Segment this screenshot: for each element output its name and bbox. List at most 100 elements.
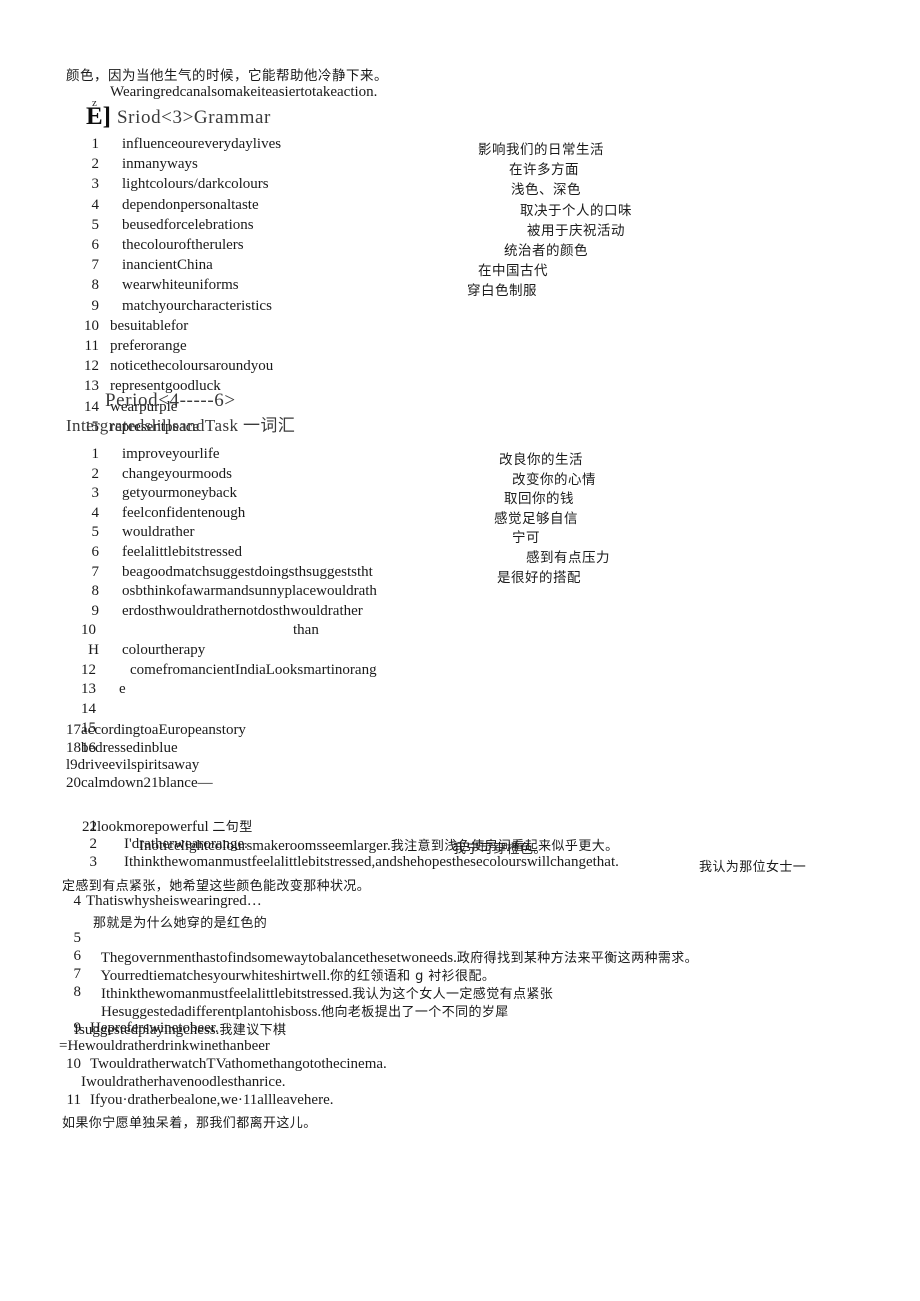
sentence-3-chinese-wrap: 定感到有点紧张，她希望这些颜色能改变那种状况。 (62, 879, 371, 894)
vocab-gloss: 感到有点压力 (526, 550, 610, 566)
vocab-number: 8 (91, 277, 100, 294)
sentence-4-english: Thatiswhysheiswearingred… (86, 893, 262, 909)
sentence-10-english: TwouldratherwatchTVathomethangotothecine… (90, 1056, 387, 1072)
sentence-4-chinese: 那就是为什么她穿的是红色的 (93, 916, 268, 931)
section3-line: 18bedressedinblue (66, 739, 178, 756)
vocab-number: 13 (84, 378, 99, 395)
section3-line: 20calmdown21blance— (66, 774, 213, 791)
vocab-number: 7 (91, 257, 100, 274)
sentence-8-chinese: 他向老板提出了一个不同的岁犀 (321, 1005, 509, 1020)
vocab-number: H (88, 642, 99, 658)
vocab-term: noticethecoloursaroundyou (110, 358, 274, 375)
vocab-gloss: 在许多方面 (509, 162, 579, 179)
sentence-3-chinese-head: 我认为那位女士一 (699, 860, 807, 875)
vocab-number: 14 (81, 700, 96, 717)
section3-line: 17accordingtoaEuropeanstory (66, 722, 246, 738)
vocab-gloss: 取决于个人的口味 (520, 202, 632, 219)
vocab-term: erdosthwouldrathernotdosthwouldrather (122, 602, 363, 619)
vocab-number: 2 (91, 465, 100, 482)
document-page: 颜色，因为当他生气的时候，它能帮助他冷静下来。 Wearingredcanals… (0, 0, 920, 1301)
vocab-gloss: 浅色、深色 (511, 182, 581, 199)
section3-line: l9driveevilspiritsaway (66, 757, 200, 774)
sentence-number-7: 7 (73, 966, 82, 982)
sentence-9-equivalent: =Hewouldratherdrinkwinethanbeer (59, 1038, 270, 1054)
sentence-2-english: I'dratherwearorange. (124, 836, 248, 852)
sentence-extra-chinese: 我建议下棋 (219, 1023, 287, 1038)
sentence-3-english: Ithinkthewomanmustfeelalittlebitstressed… (124, 854, 619, 870)
vocab-term: matchyourcharacteristics (122, 297, 272, 314)
vocab-gloss: 取回你的钱 (504, 491, 574, 508)
vocab-term: wouldrather (122, 524, 195, 541)
vocab-gloss: 穿白色制服 (467, 283, 537, 300)
vocab-number: 8 (91, 583, 100, 600)
section1-heading: Sriod<3>Grammar (117, 107, 271, 128)
vocab-gloss: 感觉足够自信 (494, 510, 578, 527)
vocab-term: inmanyways (122, 156, 198, 173)
vocab-gloss: 是很好的搭配 (497, 569, 581, 586)
vocab-term: preferorange (110, 338, 187, 354)
sentence-9-english: Hepreferswinetobeer. (90, 1020, 219, 1036)
vocab-term: comefromancientIndiaLooksmartinorang (130, 661, 377, 678)
section2-heading: Period<4-----6> (105, 390, 236, 411)
vocab-term: beagoodmatchsuggestdoingsthsuggeststht (122, 563, 373, 580)
sentence-number-6: 6 (73, 948, 82, 964)
vocab-number: 4 (91, 196, 100, 213)
vocab-gloss: 在中国古代 (478, 263, 548, 280)
vocab-number: 5 (91, 216, 100, 233)
vocab-number: 6 (91, 544, 100, 560)
vocab-number: 12 (84, 358, 99, 375)
vocab-term: wearwhiteuniforms (122, 277, 239, 294)
vocab-term: improveyourlife (122, 446, 220, 462)
vocab-term: lightcolours/darkcolours (122, 176, 269, 193)
vocab-number: 9 (91, 297, 100, 314)
sentence-number-3: 3 (89, 854, 98, 870)
sentence-number-10: 10 (66, 1056, 81, 1072)
vocab-number: 1 (91, 136, 100, 152)
vocab-term: getyourmoneyback (122, 485, 237, 502)
vocab-number: 10 (81, 622, 96, 639)
vocab-term: beusedforcelebrations (122, 216, 254, 233)
vocab-number: 2 (91, 156, 100, 173)
vocab-gloss: 被用于庆祝活动 (527, 222, 625, 239)
vocab-number: 13 (81, 681, 96, 698)
vocab-term: feelalittlebitstressed (122, 544, 242, 560)
vocab-term: thecolouroftherulers (122, 237, 244, 253)
sentence-number-11: 11 (66, 1092, 81, 1108)
vocab-number: 9 (91, 602, 100, 619)
vocab-number: 12 (81, 661, 96, 678)
vocab-gloss: 影响我们的日常生活 (478, 142, 604, 158)
vocab-number: 11 (84, 338, 99, 354)
vocab-gloss: 改良你的生活 (499, 452, 583, 468)
sentence-number-2: 2 (89, 836, 98, 852)
sentence-number-1: 1 (89, 818, 98, 834)
vocab-gloss: 统治者的颜色 (504, 243, 588, 259)
sentence-number-8: 8 (73, 984, 82, 1000)
intro-chinese-line: 颜色，因为当他生气的时候，它能帮助他冷静下来。 (66, 68, 388, 84)
vocab-term: changeyourmoods (122, 465, 232, 482)
vocab-number: 10 (84, 317, 99, 334)
vocab-term: osbthinkofawarmandsunnyplacewouldrath (122, 583, 377, 600)
vocab-number: 5 (91, 524, 100, 541)
vocab-number: 6 (91, 237, 100, 253)
sentence-number-9: 9 (73, 1020, 82, 1036)
vocab-term: inancientChina (122, 257, 213, 274)
heading-bullet-glyph: E] (86, 103, 111, 130)
sentence-number-5: 5 (73, 930, 82, 946)
section2-subheading: IntergratedslillsandTask 一词汇 (66, 416, 296, 435)
vocab-term: e (119, 681, 126, 698)
vocab-number: 4 (91, 504, 100, 521)
intro-english-line: Wearingredcanalsomakeiteasiertotakeactio… (110, 84, 378, 100)
vocab-term: feelconfidentenough (122, 504, 246, 521)
vocab-term: than (293, 622, 319, 639)
vocab-number: 1 (91, 446, 100, 462)
vocab-term: influenceoureverydaylives (122, 136, 282, 152)
vocab-gloss: 改变你的心情 (512, 471, 596, 488)
vocab-number: 3 (91, 176, 100, 193)
sentence-11-chinese: 如果你宁愿单独呆着，那我们都离开这儿。 (62, 1116, 317, 1131)
vocab-term: besuitablefor (110, 317, 189, 334)
sentence-11-english: Ifyou·dratherbealone,we·11allleavehere. (90, 1092, 334, 1108)
vocab-gloss: 宁可 (512, 530, 540, 547)
vocab-number: 7 (91, 563, 100, 580)
vocab-term: dependonpersonaltaste (122, 196, 259, 213)
sentence-10-sub: Iwouldratherhavenoodlesthanrice. (81, 1074, 286, 1090)
